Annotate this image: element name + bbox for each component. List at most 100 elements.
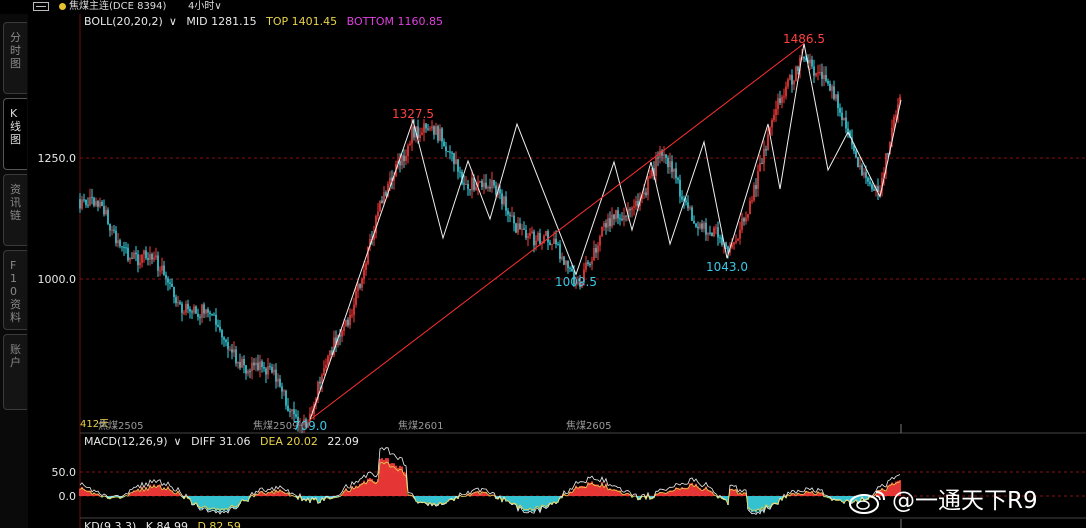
candle-body bbox=[741, 218, 743, 230]
tab-f10[interactable]: F10资料 bbox=[3, 250, 27, 330]
candle-body bbox=[449, 151, 451, 153]
candle-body bbox=[111, 229, 113, 231]
candle-body bbox=[787, 79, 789, 87]
chevron-down-icon[interactable]: ∨ bbox=[169, 15, 177, 28]
macd-axis-label-50: 50.0 bbox=[52, 466, 77, 479]
candle-body bbox=[95, 201, 97, 206]
candle-body bbox=[139, 262, 141, 266]
candle-body bbox=[563, 256, 565, 265]
candle-body bbox=[89, 197, 91, 206]
kline-chart[interactable]: 1250.0 1000.0 50.0 0.0 412天 焦煤2505 焦煤250… bbox=[28, 14, 1086, 528]
candle-body bbox=[599, 236, 601, 246]
contract-label-2601: 焦煤2601 bbox=[398, 419, 443, 432]
kd-legend[interactable]: KD(9,3,3) K 84.99 D 82.59 bbox=[84, 520, 247, 528]
candle-body bbox=[657, 157, 659, 159]
macd-histogram bbox=[79, 447, 901, 515]
candle-body bbox=[817, 72, 819, 74]
chart-area[interactable]: 1250.0 1000.0 50.0 0.0 412天 焦煤2505 焦煤250… bbox=[28, 14, 1086, 528]
candle-body bbox=[199, 316, 201, 318]
candle-body bbox=[151, 254, 153, 260]
candle-body bbox=[319, 381, 321, 384]
chevron-down-icon[interactable]: ∨ bbox=[174, 435, 182, 448]
candle-body bbox=[467, 183, 469, 190]
candle-body bbox=[617, 210, 619, 219]
candle-body bbox=[713, 227, 715, 237]
candle-body bbox=[585, 262, 587, 270]
candle-body bbox=[811, 59, 813, 67]
candle-body bbox=[251, 362, 253, 371]
candle-body bbox=[737, 238, 739, 241]
candle-body bbox=[519, 223, 521, 230]
candle-body bbox=[619, 218, 621, 220]
candle-body bbox=[325, 364, 327, 369]
candle-body bbox=[523, 228, 525, 230]
macd-bar bbox=[217, 496, 219, 510]
macd-legend[interactable]: MACD(12,26,9) ∨ DIFF 31.06 DEA 20.02 22.0… bbox=[84, 435, 365, 449]
candle-body bbox=[277, 378, 279, 382]
trough-label-1043: 1043.0 bbox=[706, 260, 748, 274]
candle-body bbox=[351, 314, 353, 316]
price-axis-label-1250: 1250.0 bbox=[38, 152, 77, 165]
candle-body bbox=[113, 229, 115, 231]
candle-body bbox=[487, 186, 489, 189]
candle-body bbox=[407, 145, 409, 157]
candle-body bbox=[211, 314, 213, 316]
candle-body bbox=[495, 185, 497, 195]
candle-body bbox=[427, 128, 429, 130]
candle-body bbox=[81, 199, 83, 209]
candle-body bbox=[247, 370, 249, 374]
window-toggle-icon[interactable] bbox=[33, 2, 49, 11]
candle-body bbox=[223, 337, 225, 340]
candle-body bbox=[623, 215, 625, 220]
candle-body bbox=[329, 350, 331, 356]
candle-body bbox=[85, 199, 87, 205]
candle-body bbox=[509, 214, 511, 216]
period-selector[interactable]: 4小时∨ bbox=[188, 0, 222, 13]
boll-top: TOP 1401.45 bbox=[266, 15, 338, 28]
watermark-text: @一通天下R9 bbox=[892, 488, 1038, 514]
candle-body bbox=[231, 349, 233, 353]
candle-body bbox=[589, 263, 591, 265]
candle-body bbox=[733, 242, 735, 245]
candle-body bbox=[711, 232, 713, 237]
candle-body bbox=[209, 312, 211, 315]
boll-legend[interactable]: BOLL(20,20,2) ∨ MID 1281.15 TOP 1401.45 B… bbox=[84, 15, 449, 29]
candle-body bbox=[215, 314, 217, 325]
trough-label-709: 709.0 bbox=[293, 419, 327, 433]
candle-body bbox=[255, 362, 257, 366]
candle-body bbox=[779, 98, 781, 103]
candle-body bbox=[193, 306, 195, 313]
candle-body bbox=[109, 223, 111, 231]
candle-body bbox=[103, 206, 105, 215]
tab-timeshare[interactable]: 分时图 bbox=[3, 22, 27, 94]
candle-body bbox=[757, 171, 759, 189]
candle-body bbox=[445, 146, 447, 152]
tab-account[interactable]: 账户 bbox=[3, 334, 27, 410]
candle-body bbox=[775, 109, 777, 115]
candle-body bbox=[243, 358, 245, 366]
candle-body bbox=[239, 361, 241, 368]
macd-bar bbox=[221, 496, 223, 511]
symbol-title[interactable]: 焦煤主连(DCE 8394) bbox=[69, 0, 166, 13]
candle-body bbox=[793, 80, 795, 85]
candle-body bbox=[289, 411, 291, 413]
candle-body bbox=[857, 157, 859, 168]
candle-body bbox=[447, 151, 449, 153]
candle-body bbox=[591, 260, 593, 265]
candle-body bbox=[675, 168, 677, 179]
candle-body bbox=[163, 265, 165, 275]
candle-body bbox=[79, 199, 81, 209]
candle-body bbox=[399, 160, 401, 166]
candle-body bbox=[647, 177, 649, 196]
tab-kline[interactable]: K线图 bbox=[3, 98, 27, 170]
candle-body bbox=[601, 226, 603, 237]
candle-body bbox=[545, 231, 547, 236]
candle-body bbox=[725, 242, 727, 247]
contract-label-2605: 焦煤2605 bbox=[566, 419, 611, 432]
candle-body bbox=[821, 72, 823, 79]
candle-body bbox=[429, 128, 431, 130]
tab-news-chain[interactable]: 资讯链 bbox=[3, 174, 27, 246]
candle-body bbox=[855, 151, 857, 158]
candle-body bbox=[829, 83, 831, 91]
candle-body bbox=[815, 72, 817, 76]
